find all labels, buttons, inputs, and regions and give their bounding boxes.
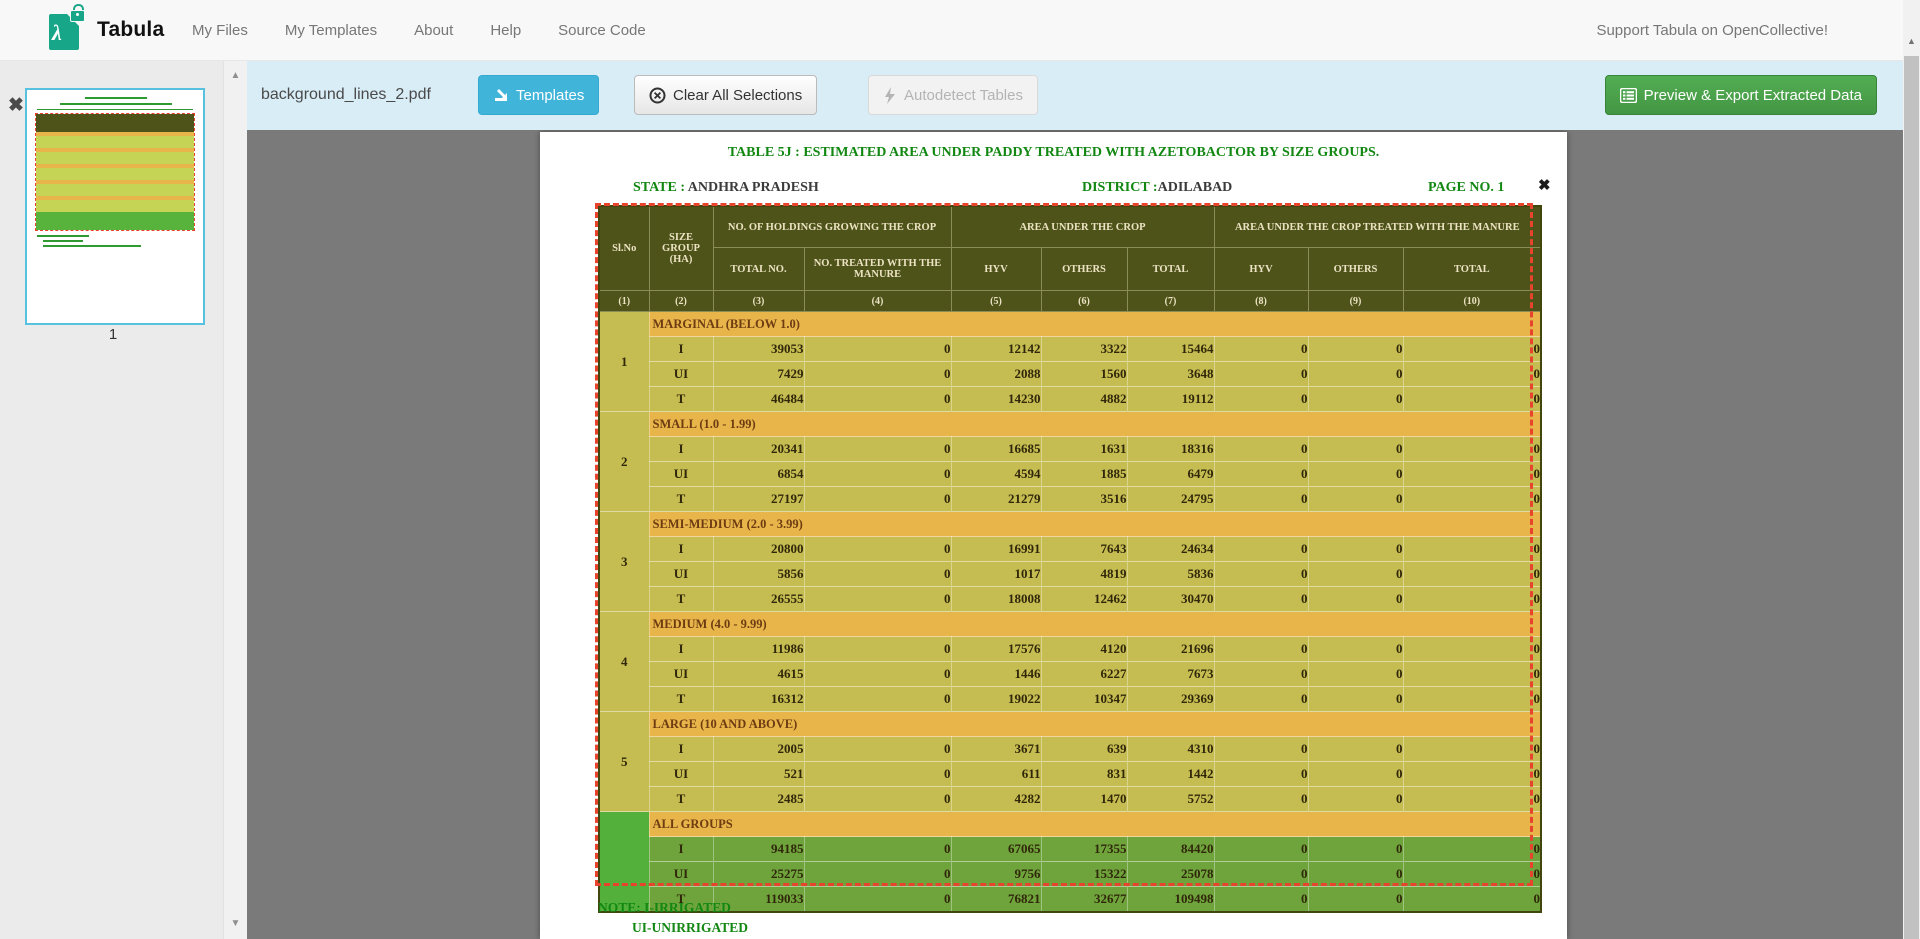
nav-about[interactable]: About: [414, 22, 453, 39]
page-sidebar: ✖ 1 ▲ ▼: [0, 60, 247, 939]
district-value: ADILABAD: [1158, 180, 1233, 195]
pdf-viewport: TABLE 5J : ESTIMATED AREA UNDER PADDY TR…: [247, 130, 1903, 939]
state-label: STATE :: [633, 180, 685, 195]
window-scrollbar[interactable]: ▲: [1903, 0, 1920, 939]
page-no-label: PAGE NO. 1: [1428, 180, 1504, 196]
thumb-note-line: [43, 245, 141, 247]
tabula-app: λ Tabula My Files My Templates About Hel…: [0, 0, 1920, 939]
support-link[interactable]: Support Tabula on OpenCollective!: [1596, 0, 1828, 60]
table-row: T11903307682132677109498000: [599, 887, 1541, 913]
pdf-header-line: STATE : ANDHRA PRADESH DISTRICT :ADILABA…: [540, 180, 1567, 198]
value-cell: 0: [1403, 887, 1541, 913]
district-label: DISTRICT :: [1082, 180, 1158, 195]
pdf-note-2: UI-UNIRRIGATED: [632, 920, 748, 936]
state-value: ANDHRA PRADESH: [688, 180, 819, 195]
table-list-icon: [1620, 88, 1637, 103]
sidebar-scroll-down-icon[interactable]: ▼: [224, 918, 247, 929]
pdf-page[interactable]: TABLE 5J : ESTIMATED AREA UNDER PADDY TR…: [540, 132, 1567, 939]
toolbar: background_lines_2.pdf Templates Clear A…: [247, 60, 1903, 130]
thumb-state-line: [37, 109, 193, 110]
thumb-title-line: [85, 97, 147, 99]
page-number-label: 1: [25, 326, 201, 343]
page-thumbnail[interactable]: [25, 88, 205, 325]
import-save-icon: [493, 87, 509, 103]
window-scroll-up-icon[interactable]: ▲: [1903, 36, 1920, 46]
tabula-logo-icon: λ: [49, 10, 85, 50]
circle-x-icon: [649, 87, 666, 104]
value-cell: 76821: [951, 887, 1041, 913]
brand[interactable]: λ Tabula: [49, 10, 164, 50]
nav-links: My Files My Templates About Help Source …: [192, 0, 646, 60]
remove-page-button[interactable]: ✖: [8, 94, 24, 117]
table-selection-box[interactable]: [595, 203, 1533, 886]
nav-source-code[interactable]: Source Code: [558, 22, 646, 39]
value-cell: 0: [1308, 887, 1403, 913]
thumb-subtitle-line: [60, 103, 172, 105]
thumb-all-groups-rows: [36, 212, 194, 230]
value-cell: 109498: [1127, 887, 1214, 913]
selection-close-button[interactable]: ✖: [1538, 176, 1551, 194]
navbar: λ Tabula My Files My Templates About Hel…: [0, 0, 1920, 61]
thumb-note-line: [43, 240, 83, 242]
autodetect-button-label: Autodetect Tables: [904, 87, 1023, 104]
lightning-bolt-icon: [883, 87, 897, 104]
clear-all-selections-button[interactable]: Clear All Selections: [634, 75, 817, 115]
thumb-note-line: [37, 235, 89, 237]
sidebar-scroll-up-icon[interactable]: ▲: [224, 70, 247, 81]
pdf-table-title: TABLE 5J : ESTIMATED AREA UNDER PADDY TR…: [540, 145, 1567, 161]
nav-my-templates[interactable]: My Templates: [285, 22, 377, 39]
nav-help[interactable]: Help: [490, 22, 521, 39]
preview-export-button[interactable]: Preview & Export Extracted Data: [1605, 75, 1877, 115]
templates-button[interactable]: Templates: [478, 75, 599, 115]
clear-button-label: Clear All Selections: [673, 87, 802, 104]
value-cell: 32677: [1041, 887, 1127, 913]
pdf-note-1: NOTE: I-IRRIGATED: [598, 900, 731, 916]
autodetect-tables-button: Autodetect Tables: [868, 75, 1038, 115]
value-cell: 0: [804, 887, 951, 913]
export-button-label: Preview & Export Extracted Data: [1644, 87, 1862, 104]
current-filename: background_lines_2.pdf: [261, 60, 431, 130]
nav-my-files[interactable]: My Files: [192, 22, 248, 39]
templates-button-label: Templates: [516, 87, 584, 104]
brand-title: Tabula: [97, 18, 164, 42]
sidebar-scrollbar[interactable]: ▲ ▼: [223, 60, 247, 939]
window-scrollbar-thumb[interactable]: [1904, 56, 1919, 939]
value-cell: 0: [1214, 887, 1308, 913]
